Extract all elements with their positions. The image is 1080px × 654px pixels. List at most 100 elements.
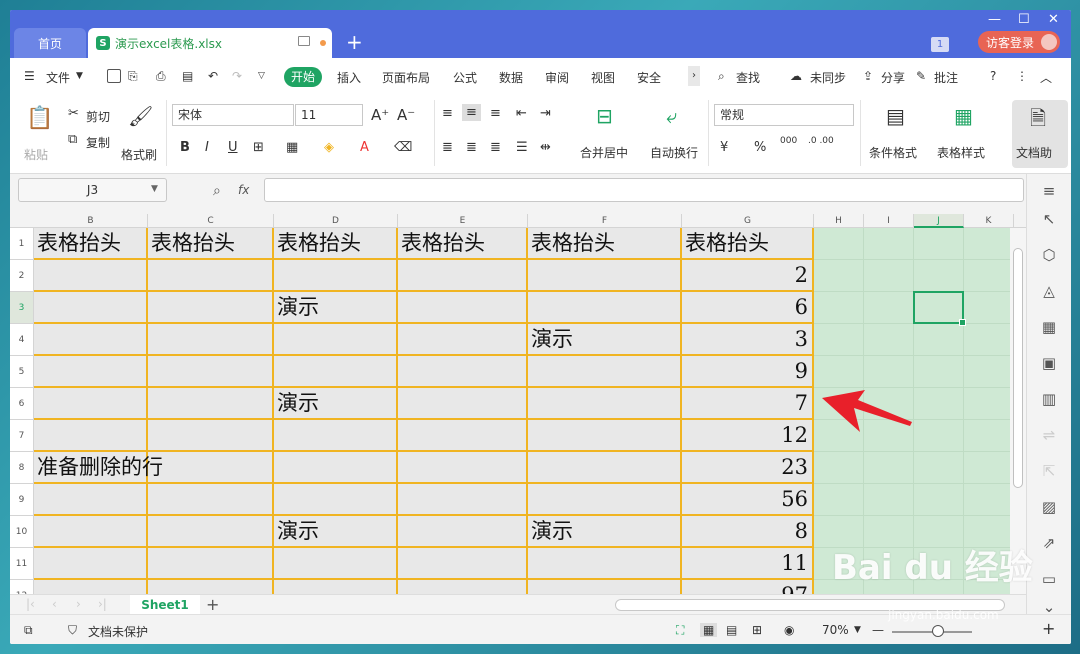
- cell-h9[interactable]: [814, 484, 864, 516]
- row-header-2[interactable]: 2: [10, 260, 34, 292]
- cell-i1[interactable]: [864, 228, 914, 260]
- guest-login-button[interactable]: 访客登录: [978, 31, 1060, 53]
- distribute-icon[interactable]: ⇹: [540, 140, 551, 155]
- zoom-formula-icon[interactable]: ⌕: [213, 183, 221, 199]
- cell-k8[interactable]: [964, 452, 1014, 484]
- cell-f2[interactable]: [528, 260, 682, 292]
- fx-icon[interactable]: fx: [238, 183, 249, 197]
- column-header-i[interactable]: I: [864, 214, 914, 228]
- cell-e1[interactable]: 表格抬头: [398, 228, 528, 260]
- cell-j6[interactable]: [914, 388, 964, 420]
- normal-view-icon[interactable]: ▦: [700, 623, 718, 637]
- cell-c8[interactable]: [148, 452, 274, 484]
- cell-j7[interactable]: [914, 420, 964, 452]
- align-top-icon[interactable]: ≡: [442, 106, 453, 121]
- row-header-4[interactable]: 4: [10, 324, 34, 356]
- share-button[interactable]: 分享: [881, 69, 905, 86]
- cell-c1[interactable]: 表格抬头: [148, 228, 274, 260]
- page-break-view-icon[interactable]: ⊞: [752, 623, 762, 637]
- chevron-down-icon[interactable]: ▼: [76, 71, 83, 81]
- table-icon[interactable]: ▦: [1040, 318, 1058, 336]
- increase-font-icon[interactable]: A⁺: [371, 106, 389, 124]
- cell-k4[interactable]: [964, 324, 1014, 356]
- cell-h3[interactable]: [814, 292, 864, 324]
- cell-g9[interactable]: 56: [682, 484, 814, 516]
- column-header-h[interactable]: H: [814, 214, 864, 228]
- cell-j5[interactable]: [914, 356, 964, 388]
- collapse-ribbon-icon[interactable]: ︿: [1040, 69, 1052, 86]
- scissors-icon[interactable]: ✂: [68, 106, 79, 121]
- wrap-text-button[interactable]: 自动换行: [650, 144, 698, 161]
- new-tab-button[interactable]: +: [346, 30, 363, 54]
- cell-b11[interactable]: [34, 548, 148, 580]
- paste-icon[interactable]: 📋: [26, 106, 53, 131]
- cell-e4[interactable]: [398, 324, 528, 356]
- cell-e11[interactable]: [398, 548, 528, 580]
- sheet-nav-first-icon[interactable]: |‹: [26, 597, 35, 611]
- close-icon[interactable]: ✕: [1048, 12, 1059, 27]
- menu-tab-security[interactable]: 安全: [637, 69, 661, 86]
- cell-c4[interactable]: [148, 324, 274, 356]
- cell-c7[interactable]: [148, 420, 274, 452]
- table-style-icon[interactable]: ▦: [954, 104, 973, 128]
- cell-j1[interactable]: [914, 228, 964, 260]
- cell-d4[interactable]: [274, 324, 398, 356]
- cell-k3[interactable]: [964, 292, 1014, 324]
- cell-f1[interactable]: 表格抬头: [528, 228, 682, 260]
- grid-apps-icon[interactable]: ▣: [1040, 354, 1058, 372]
- indent-decrease-icon[interactable]: ⇤: [516, 106, 527, 121]
- cell-d3[interactable]: 演示: [274, 292, 398, 324]
- cell-c12[interactable]: [148, 580, 274, 594]
- menu-file[interactable]: 文件: [46, 69, 70, 86]
- name-box[interactable]: J3: [18, 178, 167, 202]
- cell-f12[interactable]: [528, 580, 682, 594]
- merge-center-icon[interactable]: ⊟: [596, 104, 613, 128]
- cell-e6[interactable]: [398, 388, 528, 420]
- undo-icon[interactable]: ↶: [208, 69, 218, 83]
- cell-g4[interactable]: 3: [682, 324, 814, 356]
- cell-d6[interactable]: 演示: [274, 388, 398, 420]
- more-icon[interactable]: ⋮: [1016, 69, 1028, 83]
- align-left-icon[interactable]: ≣: [442, 140, 453, 155]
- add-sheet-button[interactable]: +: [206, 595, 219, 614]
- cell-e10[interactable]: [398, 516, 528, 548]
- sync-status[interactable]: 未同步: [810, 69, 846, 86]
- cell-c5[interactable]: [148, 356, 274, 388]
- cell-d8[interactable]: [274, 452, 398, 484]
- row-header-8[interactable]: 8: [10, 452, 34, 484]
- menu-tab-data[interactable]: 数据: [499, 69, 523, 86]
- zoom-in-icon[interactable]: +: [1042, 619, 1055, 638]
- bold-icon[interactable]: B: [180, 140, 190, 155]
- reading-view-icon[interactable]: ◉: [784, 623, 794, 637]
- cell-b8[interactable]: 准备删除的行: [34, 452, 163, 484]
- comment-icon[interactable]: ✎: [916, 69, 926, 83]
- cell-g8[interactable]: 23: [682, 452, 814, 484]
- cell-f7[interactable]: [528, 420, 682, 452]
- cell-h4[interactable]: [814, 324, 864, 356]
- sheet-tab-sheet1[interactable]: Sheet1: [130, 595, 200, 615]
- protection-status[interactable]: 文档未保护: [88, 623, 148, 640]
- formula-input[interactable]: [264, 178, 1024, 202]
- cell-b9[interactable]: [34, 484, 148, 516]
- column-header-f[interactable]: F: [528, 214, 682, 228]
- sheet-nav-next-icon[interactable]: ›: [76, 597, 81, 611]
- cell-f8[interactable]: [528, 452, 682, 484]
- filter-icon[interactable]: ⇌: [1040, 426, 1058, 444]
- zoom-dropdown-icon[interactable]: ▼: [854, 625, 861, 635]
- align-right-icon[interactable]: ≣: [490, 140, 501, 155]
- eye-protect-icon[interactable]: ⛶: [676, 623, 684, 638]
- copy-button[interactable]: 复制: [86, 134, 110, 151]
- image-icon[interactable]: ▨: [1040, 498, 1058, 516]
- cell-e12[interactable]: [398, 580, 528, 594]
- row-header-9[interactable]: 9: [10, 484, 34, 516]
- row-header-5[interactable]: 5: [10, 356, 34, 388]
- menu-tab-formula[interactable]: 公式: [453, 69, 477, 86]
- scroll-right-icon[interactable]: ›: [688, 66, 700, 86]
- format-painter-button[interactable]: 格式刷: [121, 146, 157, 163]
- cell-f11[interactable]: [528, 548, 682, 580]
- cell-b3[interactable]: [34, 292, 148, 324]
- cell-style-icon[interactable]: ▦: [286, 140, 298, 155]
- cell-k7[interactable]: [964, 420, 1014, 452]
- cell-i8[interactable]: [864, 452, 914, 484]
- column-header-d[interactable]: D: [274, 214, 398, 228]
